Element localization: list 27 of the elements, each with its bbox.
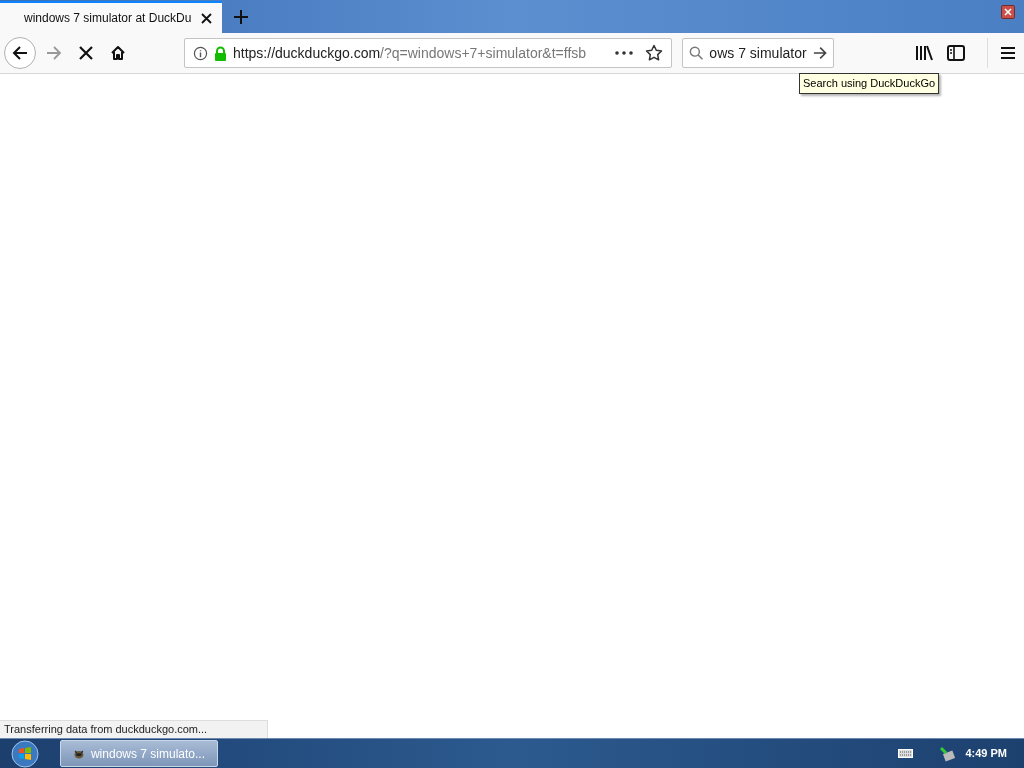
library-icon[interactable] [915, 45, 933, 61]
sidebar-icon[interactable] [947, 45, 965, 61]
start-button[interactable] [9, 739, 41, 768]
menu-icon[interactable] [1000, 46, 1016, 60]
plus-icon [233, 9, 249, 25]
info-icon [193, 45, 208, 61]
arrow-right-icon[interactable] [812, 46, 827, 60]
tooltip: Search using DuckDuckGo [799, 73, 940, 94]
keyboard-icon[interactable] [898, 749, 914, 758]
lock-icon [214, 45, 227, 61]
browser-tab[interactable]: windows 7 simulator at DuckDu [0, 1, 222, 33]
status-bar: Transferring data from duckduckgo.com... [0, 720, 268, 738]
search-icon [689, 45, 704, 61]
network-icon[interactable] [939, 745, 956, 762]
close-window-button[interactable] [1001, 5, 1015, 19]
address-bar[interactable]: https://duckduckgo.com/?q=windows+7+simulator&t=ffsb [184, 38, 672, 68]
close-tab-icon[interactable] [201, 12, 213, 24]
tab-title: windows 7 simulator at DuckDu [24, 10, 192, 27]
back-button[interactable] [4, 37, 36, 69]
windows-logo-icon [10, 739, 40, 768]
close-icon [1004, 8, 1012, 16]
more-icon[interactable] [615, 51, 633, 55]
star-icon[interactable] [645, 44, 663, 62]
clock[interactable]: 4:49 PM [965, 745, 1007, 762]
url-text: https://duckduckgo.com/?q=windows+7+simulator&t=ffsb [233, 43, 588, 63]
search-field[interactable]: ows 7 simulator [682, 38, 834, 68]
home-icon [110, 45, 126, 61]
